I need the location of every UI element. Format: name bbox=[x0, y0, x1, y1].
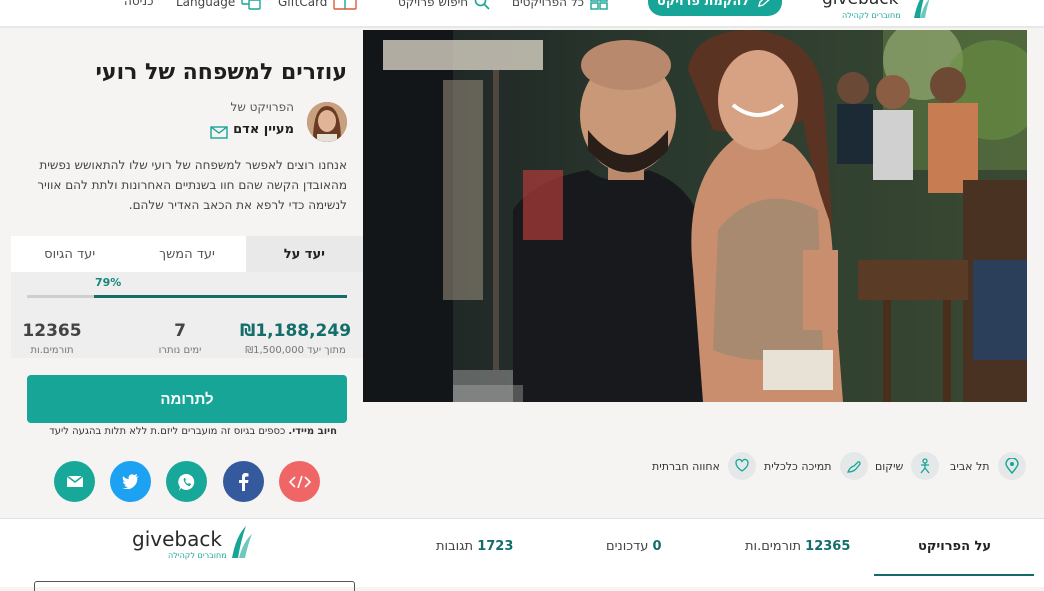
twitter-icon bbox=[121, 474, 139, 489]
share-facebook-button[interactable] bbox=[223, 461, 264, 502]
tag-financial-support-label: תמיכה כלכלית bbox=[764, 459, 832, 473]
social-solidarity-icon bbox=[727, 452, 756, 480]
active-tab-underline bbox=[874, 574, 1034, 576]
tag-rehab-label: שיקום bbox=[875, 459, 904, 473]
nav-language[interactable]: Language bbox=[176, 0, 261, 10]
grid-icon bbox=[590, 0, 608, 10]
svg-text:מחוברים לקהילה: מחוברים לקהילה bbox=[168, 551, 227, 560]
financial-support-icon bbox=[839, 452, 868, 480]
share-whatsapp-button[interactable] bbox=[166, 461, 207, 502]
raised-goal-label: מתוך יעד ₪1,500,000 bbox=[245, 345, 346, 356]
comment-input-outline[interactable] bbox=[34, 581, 355, 591]
tab-donors-label: תורמים.ות bbox=[745, 539, 802, 554]
days-left-value: 7 bbox=[174, 321, 186, 341]
create-project-button[interactable]: להקמת פרויקט bbox=[648, 0, 782, 16]
facebook-icon bbox=[238, 472, 248, 491]
giveback-logo-top[interactable]: giveback מחוברים לקהילה bbox=[822, 0, 932, 24]
project-title: עוזרים למשפחה של רועי bbox=[95, 60, 347, 85]
share-embed-button[interactable] bbox=[279, 461, 320, 502]
raised-amount: ₪1,188,249 bbox=[239, 321, 352, 341]
top-navigation-bar: כניסה Language GiftCard חיפוש פרויקט כל … bbox=[0, 0, 1044, 27]
tab-updates-label: עדכונים bbox=[606, 539, 649, 554]
donate-note-bold: חיוב מיידי. bbox=[288, 426, 337, 437]
owner-name[interactable]: מעיין אדם bbox=[233, 122, 294, 137]
nav-login[interactable]: כניסה bbox=[124, 0, 153, 8]
svg-text:giveback: giveback bbox=[132, 527, 222, 551]
tag-financial-support[interactable]: תמיכה כלכלית bbox=[764, 452, 868, 480]
search-icon bbox=[474, 0, 490, 10]
tab-about-project[interactable]: על הפרויקט bbox=[918, 539, 991, 554]
tab-updates[interactable]: 0 עדכונים bbox=[606, 539, 662, 554]
contact-owner-mail-icon[interactable] bbox=[210, 124, 228, 143]
donate-note: חיוב מיידי. כספים בגיוס זה מועברים ליזם.… bbox=[27, 426, 337, 437]
goal-tabs: יעד על יעד המשך יעד הגיוס bbox=[11, 236, 363, 272]
tag-social-solidarity[interactable]: אחווה חברתית bbox=[652, 452, 756, 480]
project-photo[interactable] bbox=[363, 30, 1027, 402]
tab-next-goal[interactable]: יעד המשך bbox=[128, 236, 245, 272]
project-description: אנחנו רוצים לאפשר למשפחה של רועי שלו להת… bbox=[37, 158, 347, 212]
giveback-logo-bottom[interactable]: giveback מחוברים לקהילה bbox=[132, 522, 257, 566]
tag-location-label: תל אביב bbox=[950, 459, 990, 473]
couple-photo-illustration bbox=[363, 30, 1027, 402]
days-left-label: ימים נותרו bbox=[158, 345, 202, 356]
donors-label: תורמים.ות bbox=[30, 345, 74, 356]
tab-donors[interactable]: 12365 תורמים.ות bbox=[745, 539, 850, 554]
tag-rehab[interactable]: שיקום bbox=[875, 452, 940, 480]
rehab-icon bbox=[911, 452, 940, 480]
tab-updates-count: 0 bbox=[652, 539, 662, 554]
donate-button[interactable]: לתרומה bbox=[27, 375, 347, 423]
progress-percent: 79% bbox=[95, 276, 122, 289]
language-icon bbox=[241, 0, 261, 10]
whatsapp-icon bbox=[177, 473, 194, 491]
email-icon bbox=[66, 475, 83, 487]
nav-giftcard[interactable]: GiftCard bbox=[278, 0, 358, 10]
nav-search-project[interactable]: חיפוש פרויקט bbox=[398, 0, 490, 10]
donate-note-text: כספים בגיוס זה מועברים ליזם.ת ללא תלות ב… bbox=[49, 426, 289, 437]
stat-raised: ₪1,188,249 מתוך יעד ₪1,500,000 bbox=[238, 321, 353, 356]
tag-location[interactable]: תל אביב bbox=[950, 452, 1026, 480]
tab-comments-count: 1723 bbox=[477, 539, 514, 554]
share-email-button[interactable] bbox=[54, 461, 95, 502]
share-twitter-button[interactable] bbox=[110, 461, 151, 502]
tab-comments[interactable]: 1723 תגובות bbox=[436, 539, 513, 554]
tab-comments-label: תגובות bbox=[436, 539, 474, 554]
gift-icon bbox=[333, 0, 358, 10]
owner-avatar[interactable] bbox=[307, 102, 347, 142]
tab-super-goal[interactable]: יעד על bbox=[245, 236, 363, 272]
code-icon bbox=[288, 475, 311, 488]
tag-social-solidarity-label: אחווה חברתית bbox=[652, 459, 720, 473]
stat-days-left: 7 ימים נותרו bbox=[125, 321, 235, 356]
pencil-icon bbox=[758, 0, 770, 7]
tab-fundraising-goal[interactable]: יעד הגיוס bbox=[11, 236, 128, 272]
svg-text:מחוברים לקהילה: מחוברים לקהילה bbox=[842, 11, 901, 20]
svg-text:giveback: giveback bbox=[822, 0, 899, 9]
owner-label: הפרויקט של bbox=[230, 100, 295, 114]
progress-bar-fill bbox=[94, 295, 347, 298]
progress-bar bbox=[27, 295, 347, 298]
nav-all-projects[interactable]: כל הפרויקטים bbox=[512, 0, 608, 10]
tab-donors-count: 12365 bbox=[805, 539, 851, 554]
donors-value: 12365 bbox=[22, 321, 82, 341]
location-pin-icon bbox=[997, 452, 1026, 480]
stat-donors: 12365 תורמים.ות bbox=[12, 321, 92, 356]
